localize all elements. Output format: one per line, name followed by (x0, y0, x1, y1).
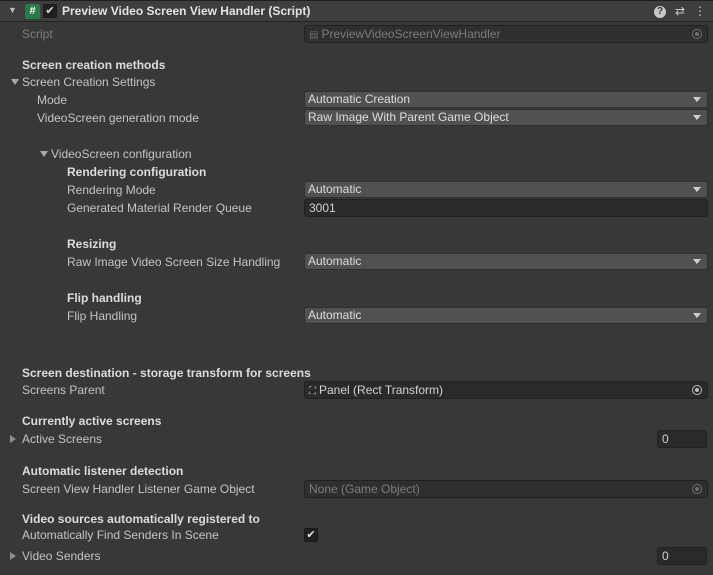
screen-destination-heading: Screen destination - storage transform f… (22, 366, 311, 380)
flip-handling-value: Automatic (308, 308, 362, 322)
object-picker-icon[interactable] (692, 385, 702, 395)
foldout-arrow-icon[interactable] (11, 79, 19, 85)
listener-object-label: Screen View Handler Listener Game Object (22, 482, 255, 496)
flip-handling-heading: Flip handling (67, 291, 142, 305)
flip-handling-label: Flip Handling (67, 309, 138, 323)
more-icon[interactable]: ⋮ (693, 4, 707, 18)
screen-creation-foldout[interactable]: Screen Creation Settings (22, 74, 155, 90)
rendering-mode-label: Rendering Mode (67, 183, 156, 197)
size-handling-dropdown[interactable]: Automatic (304, 253, 708, 270)
dropdown-caret-icon (693, 313, 701, 318)
render-queue-input[interactable]: 3001 (304, 199, 708, 217)
screen-creation-heading: Screen creation methods (22, 58, 166, 72)
foldout-arrow-icon[interactable] (10, 435, 16, 443)
foldout-arrow-icon[interactable] (10, 552, 16, 560)
size-handling-value: Automatic (308, 254, 362, 268)
script-label: Script (22, 27, 53, 41)
active-screens-count[interactable]: 0 (657, 430, 707, 448)
listener-detection-heading: Automatic listener detection (22, 464, 184, 478)
script-field[interactable]: ▤ PreviewVideoScreenViewHandler (304, 25, 708, 43)
find-senders-checkbox[interactable]: ✔ (304, 528, 318, 542)
find-senders-label: Automatically Find Senders In Scene (22, 528, 219, 542)
enabled-checkbox[interactable]: ✔ (43, 4, 57, 18)
listener-object-value: None (Game Object) (309, 482, 420, 496)
dropdown-caret-icon (693, 259, 701, 264)
video-senders-count[interactable]: 0 (657, 547, 707, 565)
script-asset-icon: ▤ (309, 30, 319, 41)
rect-transform-icon: ⛶ (309, 386, 316, 397)
mode-value: Automatic Creation (308, 92, 411, 106)
flip-handling-dropdown[interactable]: Automatic (304, 307, 708, 324)
rendering-mode-value: Automatic (308, 182, 362, 196)
render-queue-label: Generated Material Render Queue (67, 201, 252, 215)
fold-arrow-icon[interactable]: ▼ (8, 6, 17, 15)
rendering-configuration-heading: Rendering configuration (67, 165, 207, 179)
listener-object-field[interactable]: None (Game Object) (304, 480, 708, 498)
size-handling-label: Raw Image Video Screen Size Handling (67, 255, 281, 269)
object-picker-icon[interactable] (692, 484, 702, 494)
video-sources-heading: Video sources automatically registered t… (22, 512, 260, 526)
script-icon: # (25, 4, 40, 19)
dropdown-caret-icon (693, 97, 701, 102)
screens-parent-label: Screens Parent (22, 383, 105, 397)
screens-parent-value: Panel (Rect Transform) (319, 383, 444, 397)
videoscreen-configuration-foldout[interactable]: VideoScreen configuration (51, 146, 192, 162)
object-picker-icon[interactable] (692, 29, 702, 39)
dropdown-caret-icon (693, 187, 701, 192)
active-screens-foldout[interactable]: Active Screens (22, 431, 102, 447)
rendering-mode-dropdown[interactable]: Automatic (304, 181, 708, 198)
help-icon[interactable]: ? (654, 6, 666, 18)
generation-mode-value: Raw Image With Parent Game Object (308, 110, 509, 124)
generation-mode-label: VideoScreen generation mode (37, 111, 199, 125)
dropdown-caret-icon (693, 115, 701, 120)
script-value: PreviewVideoScreenViewHandler (321, 27, 501, 41)
preset-icon[interactable]: ⇄ (673, 4, 687, 18)
mode-label: Mode (37, 93, 68, 107)
component-title: Preview Video Screen View Handler (Scrip… (62, 4, 311, 18)
mode-dropdown[interactable]: Automatic Creation (304, 91, 708, 108)
video-senders-foldout[interactable]: Video Senders (22, 548, 101, 564)
screens-parent-field[interactable]: ⛶ Panel (Rect Transform) (304, 381, 708, 399)
resizing-heading: Resizing (67, 237, 117, 251)
active-screens-heading: Currently active screens (22, 414, 162, 428)
generation-mode-dropdown[interactable]: Raw Image With Parent Game Object (304, 109, 708, 126)
foldout-arrow-icon[interactable] (40, 151, 48, 157)
component-header: ▼ # ✔ Preview Video Screen View Handler … (0, 0, 713, 22)
